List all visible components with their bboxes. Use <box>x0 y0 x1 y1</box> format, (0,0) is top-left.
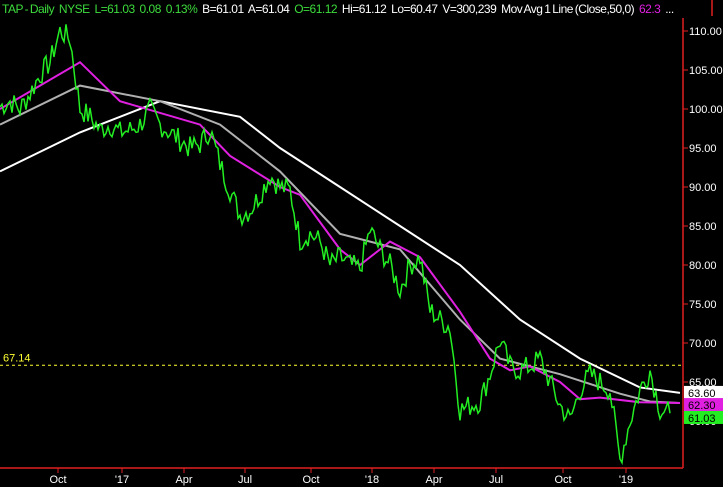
x-tick-label: Oct <box>49 474 66 486</box>
badge-label: 61.03 <box>688 413 716 425</box>
exchange-label: NYSE <box>58 2 90 16</box>
symbol-label: TAP - Daily <box>2 2 55 16</box>
x-tick-label: '19 <box>619 474 633 486</box>
x-tick-label: '17 <box>115 474 129 486</box>
high: Hi=61.12 <box>341 2 387 16</box>
bid: B=61.01 <box>202 2 244 16</box>
ask: A=61.04 <box>247 2 290 16</box>
low: Lo=60.47 <box>391 2 438 16</box>
badge-label: 62.30 <box>688 400 716 412</box>
chart-window: 110.00 105.00 100.00 95.00 90.00 85.00 80.00 75… <box>0 0 723 487</box>
reference-line-label: 67.14 <box>3 352 31 364</box>
change: 0.08 <box>139 2 162 16</box>
y-tick-label: 75.00 <box>689 299 717 311</box>
price-chart[interactable]: 110.00 105.00 100.00 95.00 90.00 85.00 80.00 75… <box>0 0 723 487</box>
y-tick-label: 95.00 <box>689 143 717 155</box>
y-tick-label: 80.00 <box>689 260 717 272</box>
volume: V=300,239 <box>442 2 497 16</box>
x-tick-label: Apr <box>175 474 192 486</box>
open: O=61.12 <box>294 2 338 16</box>
x-tick-label: Oct <box>302 474 319 486</box>
x-tick-label: Oct <box>554 474 571 486</box>
last-value-badge: 63.60 <box>684 385 723 400</box>
x-tick-label: Jul <box>489 474 503 486</box>
x-tick-label: Jul <box>238 474 252 486</box>
more-indicator: ... <box>665 2 674 16</box>
last-value-badge: 61.03 <box>684 410 723 425</box>
change-pct: 0.13% <box>165 2 198 16</box>
moving-average-line <box>0 100 681 394</box>
moving-average-line <box>0 84 681 405</box>
y-tick-label: 110.00 <box>689 26 722 38</box>
y-tick-label: 70.00 <box>689 338 717 350</box>
x-tick-label: '18 <box>365 474 379 486</box>
y-tick-label: 85.00 <box>689 221 717 233</box>
y-tick-label: 100.00 <box>689 104 723 116</box>
x-tick-label: Apr <box>425 474 442 486</box>
y-tick-label: 90.00 <box>689 182 717 194</box>
study-value: 62.3 <box>638 2 661 16</box>
last-value-badge: 62.30 <box>684 398 723 412</box>
study-label: Mov Avg 1 Line (Close,50,0) <box>501 2 635 16</box>
last-price: L=61.03 <box>94 2 135 16</box>
y-tick-label: 105.00 <box>689 65 723 77</box>
quote-header: TAP - Daily NYSE L=61.03 0.08 0.13% B=61… <box>2 2 677 16</box>
